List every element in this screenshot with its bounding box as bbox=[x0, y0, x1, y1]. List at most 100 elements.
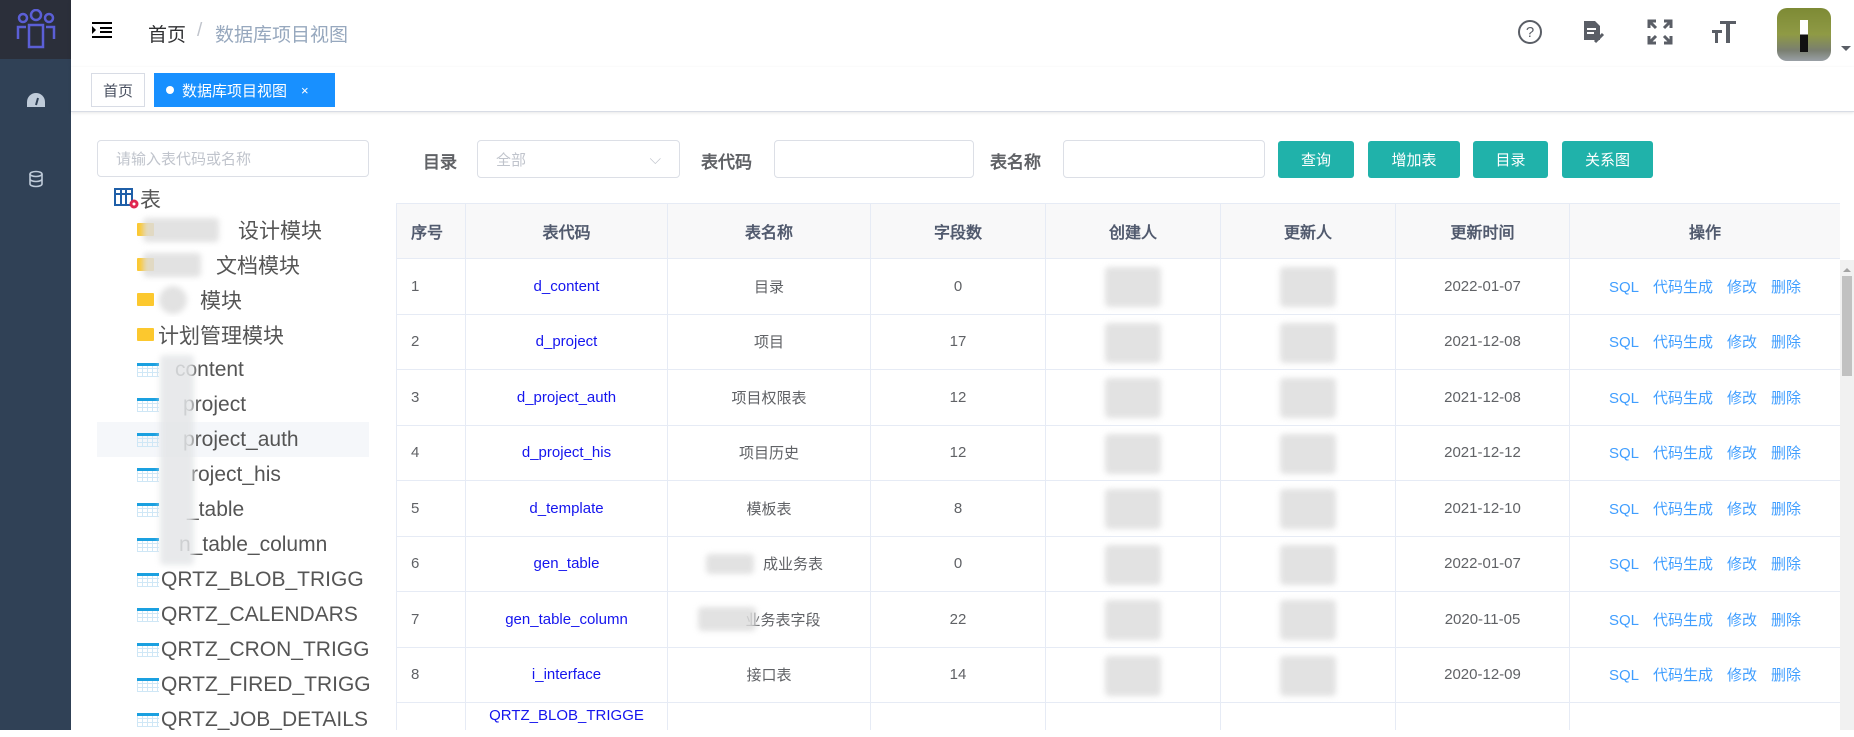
catalog-button[interactable]: 目录 bbox=[1473, 141, 1548, 178]
edit-link[interactable]: 修改 bbox=[1727, 612, 1757, 629]
code-input[interactable] bbox=[774, 140, 974, 178]
table-code-link[interactable]: d_project_auth bbox=[517, 389, 616, 406]
catalog-select[interactable]: 全部 ⌵ bbox=[477, 140, 680, 178]
generate-code-link[interactable]: 代码生成 bbox=[1653, 556, 1713, 573]
tree-table-item[interactable]: QRTZ_BLOB_TRIGG bbox=[137, 562, 409, 597]
tree-table-item[interactable]: QRTZ_JOB_DETAILS bbox=[137, 702, 409, 737]
tree-table-item[interactable]: QRTZ_CALENDARS bbox=[137, 597, 409, 632]
edit-link[interactable]: 修改 bbox=[1727, 279, 1757, 296]
fullscreen-icon[interactable] bbox=[1644, 16, 1676, 48]
breadcrumb-separator: / bbox=[197, 20, 203, 41]
edit-link[interactable]: 修改 bbox=[1727, 501, 1757, 518]
table-code-link[interactable]: QRTZ_BLOB_TRIGGE bbox=[489, 707, 644, 724]
sql-link[interactable]: SQL bbox=[1609, 667, 1639, 684]
caret-down-icon[interactable] bbox=[1841, 46, 1851, 56]
tree-folder[interactable]: 设计模块 bbox=[137, 212, 409, 247]
edit-link[interactable]: 修改 bbox=[1727, 334, 1757, 351]
delete-link[interactable]: 删除 bbox=[1771, 445, 1801, 462]
user-avatar[interactable] bbox=[1777, 8, 1831, 61]
table-row: 2 d_project 项目 17 2021-12-08 SQL 代码生成 修改 删除 bbox=[396, 313, 1840, 370]
close-icon[interactable]: × bbox=[301, 83, 309, 98]
delete-link[interactable]: 删除 bbox=[1771, 279, 1801, 296]
tree-search-input[interactable]: 请输入表代码或名称 bbox=[97, 140, 369, 177]
table-code-link[interactable]: d_project_his bbox=[522, 444, 611, 461]
generate-code-link[interactable]: 代码生成 bbox=[1653, 667, 1713, 684]
sql-link[interactable]: SQL bbox=[1609, 612, 1639, 629]
generate-code-link[interactable]: 代码生成 bbox=[1653, 445, 1713, 462]
tag-home[interactable]: 首页 bbox=[91, 73, 146, 107]
updater-cell bbox=[1220, 646, 1396, 703]
sql-link[interactable]: SQL bbox=[1609, 445, 1639, 462]
help-icon[interactable]: ? bbox=[1514, 16, 1546, 48]
document-edit-icon[interactable] bbox=[1578, 16, 1610, 48]
column-header: 表代码 bbox=[465, 203, 668, 259]
tree-table-item[interactable]: QRTZ_CRON_TRIGG bbox=[137, 632, 409, 667]
delete-link[interactable]: 删除 bbox=[1771, 556, 1801, 573]
generate-code-link[interactable]: 代码生成 bbox=[1653, 334, 1713, 351]
field-count bbox=[870, 702, 1046, 730]
field-count: 12 bbox=[870, 424, 1046, 481]
edit-link[interactable]: 修改 bbox=[1727, 445, 1757, 462]
tree-label: 设计模块 bbox=[238, 219, 322, 243]
svg-text:?: ? bbox=[1526, 24, 1534, 41]
generate-code-link[interactable]: 代码生成 bbox=[1653, 279, 1713, 296]
table-name: 业务表字段 bbox=[745, 611, 821, 629]
table-row: 7 gen_table_column 业务表字段 22 2020-11-05 SQL 代码生… bbox=[396, 591, 1840, 648]
generate-code-link[interactable]: 代码生成 bbox=[1653, 612, 1713, 629]
scrollbar-thumb[interactable] bbox=[1842, 276, 1852, 376]
edit-link[interactable]: 修改 bbox=[1727, 667, 1757, 684]
breadcrumb-home[interactable]: 首页 bbox=[148, 20, 186, 47]
creator-cell bbox=[1045, 369, 1221, 426]
tree-folder[interactable]: 文档模块 bbox=[137, 247, 409, 282]
sql-link[interactable]: SQL bbox=[1609, 279, 1639, 296]
logo[interactable] bbox=[0, 0, 71, 59]
generate-code-link[interactable]: 代码生成 bbox=[1653, 501, 1713, 518]
vertical-scrollbar[interactable] bbox=[1840, 260, 1854, 730]
sql-link[interactable]: SQL bbox=[1609, 390, 1639, 407]
table-code-link[interactable]: d_project bbox=[536, 333, 598, 350]
tree-folder[interactable]: 计划管理模块 bbox=[137, 317, 409, 352]
creator-cell bbox=[1045, 258, 1221, 315]
update-time: 2021-12-08 bbox=[1395, 313, 1570, 370]
creator-cell bbox=[1045, 535, 1221, 592]
table-code-link[interactable]: d_template bbox=[529, 500, 603, 517]
table-code-link[interactable]: d_content bbox=[534, 278, 600, 295]
tables-grid: 序号 表代码 表名称 字段数 创建人 更新人 更新时间 操作 1 d_content 目录 0 202… bbox=[396, 203, 1840, 730]
delete-link[interactable]: 删除 bbox=[1771, 501, 1801, 518]
tree-table-item[interactable]: QRTZ_FIRED_TRIGG bbox=[137, 667, 409, 702]
scroll-up-icon[interactable] bbox=[1843, 264, 1851, 272]
sql-link[interactable]: SQL bbox=[1609, 334, 1639, 351]
tree-table-item[interactable]: project_auth bbox=[97, 422, 369, 457]
table-code-link[interactable]: gen_table_column bbox=[505, 611, 628, 628]
tree-label: QRTZ_CRON_TRIGG bbox=[161, 637, 370, 661]
column-header: 创建人 bbox=[1045, 203, 1221, 259]
tree-root[interactable]: 表 bbox=[114, 181, 386, 216]
delete-link[interactable]: 删除 bbox=[1771, 334, 1801, 351]
sql-link[interactable]: SQL bbox=[1609, 556, 1639, 573]
table-code-link[interactable]: i_interface bbox=[532, 666, 601, 683]
font-size-icon[interactable] bbox=[1708, 16, 1740, 48]
delete-link[interactable]: 删除 bbox=[1771, 667, 1801, 684]
dashboard-icon[interactable] bbox=[0, 92, 71, 108]
sql-link[interactable]: SQL bbox=[1609, 501, 1639, 518]
edit-link[interactable]: 修改 bbox=[1727, 556, 1757, 573]
hamburger-icon[interactable] bbox=[92, 22, 112, 43]
relation-diagram-button[interactable]: 关系图 bbox=[1562, 141, 1653, 178]
delete-link[interactable]: 删除 bbox=[1771, 612, 1801, 629]
generate-code-link[interactable]: 代码生成 bbox=[1653, 390, 1713, 407]
tree-label: project_auth bbox=[183, 427, 299, 451]
active-dot-icon bbox=[166, 86, 174, 94]
table-name: 项目权限表 bbox=[731, 389, 807, 407]
table-icon bbox=[137, 362, 159, 377]
tree-folder[interactable]: 模块 bbox=[137, 282, 409, 317]
updater-cell bbox=[1220, 424, 1396, 481]
name-input[interactable] bbox=[1063, 140, 1265, 178]
add-table-button[interactable]: 增加表 bbox=[1368, 141, 1460, 178]
tree-label: 模块 bbox=[200, 289, 242, 313]
delete-link[interactable]: 删除 bbox=[1771, 390, 1801, 407]
table-code-link[interactable]: gen_table bbox=[534, 555, 600, 572]
query-button[interactable]: 查询 bbox=[1278, 141, 1354, 178]
database-icon[interactable] bbox=[0, 170, 71, 188]
edit-link[interactable]: 修改 bbox=[1727, 390, 1757, 407]
tag-database-view[interactable]: 数据库项目视图 × bbox=[154, 73, 335, 107]
